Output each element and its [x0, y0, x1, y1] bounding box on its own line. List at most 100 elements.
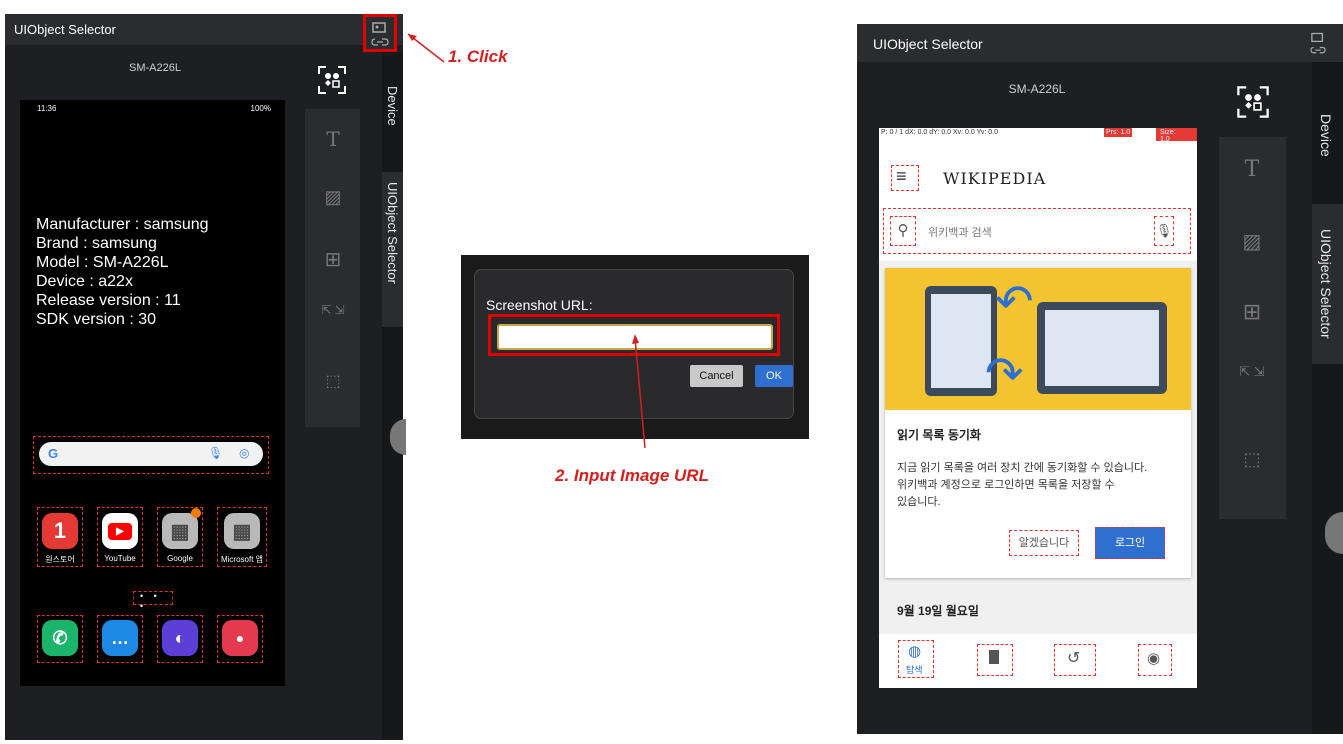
compass-icon: ◉	[1147, 650, 1161, 667]
app-onestore[interactable]: 1 원스토어	[37, 507, 83, 567]
menu-button[interactable]: ≡	[891, 165, 919, 191]
internet-icon: ◐	[162, 620, 198, 656]
left-focus-tool[interactable]	[316, 64, 348, 96]
hamburger-icon: ≡	[896, 166, 907, 186]
right-titlebar: UIObject Selector	[857, 24, 1343, 62]
region-select-icon[interactable]: ⬚	[319, 371, 347, 399]
google-folder-icon: ▦	[162, 513, 198, 549]
youtube-label: YouTube	[104, 554, 136, 563]
dismiss-button[interactable]: 알겠습니다	[1009, 530, 1079, 556]
right-selector-panel: UIObject Selector SM-A226L P: 0 / 1 dX: …	[857, 24, 1343, 734]
nav-explore[interactable]: ◍ 탐색	[898, 640, 934, 678]
right-tab-device[interactable]: Device	[1318, 114, 1334, 157]
card-body-line-2: 위키백과 계정으로 로그인하면 목록을 저장할 수	[897, 479, 1115, 491]
page-dots: • • •	[140, 591, 161, 611]
app-youtube[interactable]: ▶ YouTube	[97, 507, 143, 567]
info-sdk: SDK version : 30	[36, 311, 157, 328]
expand-icon[interactable]: ⇱ ⇲	[319, 304, 347, 332]
phone-icon: ✆	[42, 620, 78, 656]
card-body-line-3: 있습니다.	[897, 496, 941, 508]
phone-screen: 11:36 100% Manufacturer : samsung Brand …	[20, 100, 285, 686]
app-messages[interactable]: …	[97, 615, 143, 663]
nav-history[interactable]: ↺	[1054, 644, 1096, 676]
sync-arrow-top-icon: ↶	[995, 275, 1034, 327]
left-titlebar: UIObject Selector	[5, 14, 403, 45]
cancel-button[interactable]: Cancel	[690, 365, 743, 387]
voice-search-icon[interactable]: 🎙	[1154, 216, 1174, 246]
camera-icon: ●	[222, 620, 258, 656]
right-window-title: UIObject Selector	[873, 36, 983, 52]
right-side-tab-strip	[1312, 62, 1343, 734]
focus-target-icon	[1237, 86, 1269, 118]
tablet-illustration	[1037, 302, 1167, 394]
left-tab-device[interactable]: Device	[385, 86, 400, 126]
app-internet[interactable]: ◐	[157, 615, 203, 663]
image-link-icon[interactable]	[1305, 30, 1331, 58]
messages-icon: …	[102, 620, 138, 656]
nav-explore-label: 탐색	[906, 665, 923, 675]
microsoft-folder-icon: ▦	[224, 513, 260, 549]
nav-saved[interactable]	[977, 644, 1013, 676]
step1-label: 1. Click	[448, 47, 508, 66]
image-select-icon[interactable]: ▨	[1237, 229, 1267, 259]
pointer-pressure: Prs: 1.0	[1104, 128, 1133, 137]
right-tab-uiobject[interactable]: UIObject Selector	[1318, 229, 1334, 339]
status-time: 11:36	[37, 104, 57, 113]
google-search-widget[interactable]: G 🎙 ◎	[33, 436, 269, 474]
login-button[interactable]: 로그인	[1095, 527, 1165, 559]
left-tab-uiobject[interactable]: UIObject Selector	[385, 182, 400, 284]
grid-select-icon[interactable]: ⊞	[319, 247, 347, 275]
info-device: Device : a22x	[36, 273, 133, 290]
sync-arrow-bottom-icon: ↷	[985, 347, 1024, 399]
app-camera[interactable]: ●	[217, 615, 263, 663]
grid-select-icon[interactable]: ⊞	[1237, 299, 1267, 329]
expand-icon[interactable]: ⇱ ⇲	[1237, 365, 1267, 395]
info-brand: Brand : samsung	[36, 235, 157, 252]
device-info-block: Manufacturer : samsung Brand : samsung M…	[36, 215, 209, 329]
lens-icon[interactable]: ◎	[239, 446, 249, 460]
region-select-icon[interactable]: ⬚	[1237, 449, 1267, 479]
focus-target-icon	[318, 66, 346, 94]
nav-nearby[interactable]: ◉	[1138, 644, 1172, 676]
wiki-appbar: ≡ WIKIPEDIA ⚲ 위키백과 검색 🎙	[879, 141, 1197, 261]
google-search-bar[interactable]: G 🎙 ◎	[39, 442, 263, 466]
microsoft-folder-label: Microsoft 앱	[220, 555, 264, 564]
info-release: Release version : 11	[36, 292, 181, 309]
screenshot-url-button[interactable]	[363, 14, 397, 52]
text-select-icon[interactable]: T	[319, 127, 347, 155]
tablet-illustration-screen	[1045, 310, 1159, 386]
google-folder-label: Google	[167, 554, 193, 563]
search-icon[interactable]: ⚲	[890, 216, 916, 246]
notification-badge	[191, 508, 201, 518]
wiki-search-placeholder: 위키백과 검색	[928, 227, 992, 239]
wiki-bottom-nav: ◍ 탐색 ↺ ◉	[879, 634, 1197, 688]
app-phone[interactable]: ✆	[37, 615, 83, 663]
ok-button[interactable]: OK	[755, 365, 793, 387]
page-indicator[interactable]: • • •	[133, 591, 173, 611]
bookmark-icon	[989, 650, 999, 664]
left-tool-column: T ▨ ⊞ ⇱ ⇲ ⬚	[305, 109, 360, 427]
phone-illustration-screen	[931, 294, 991, 388]
right-phone-screen: P: 0 / 1 dX: 0.0 dY: 0.0 Xv: 0.0 Yv: 0.0…	[879, 128, 1197, 688]
right-focus-tool[interactable]	[1235, 84, 1271, 120]
step1-arrow	[407, 33, 445, 63]
info-manufacturer: Manufacturer : samsung	[36, 216, 209, 233]
app-google-folder[interactable]: ▦ Google	[157, 507, 203, 567]
status-battery: 100%	[250, 104, 271, 113]
app-microsoft-folder[interactable]: ▦ Microsoft 앱	[217, 507, 267, 567]
device-label: SM-A226L	[129, 62, 181, 74]
left-window-title: UIObject Selector	[14, 22, 116, 37]
text-select-icon[interactable]: T	[1237, 157, 1267, 187]
image-select-icon[interactable]: ▨	[319, 187, 347, 215]
pointer-overlay-bar: P: 0 / 1 dX: 0.0 dY: 0.0 Xv: 0.0 Yv: 0.0…	[879, 128, 1197, 144]
reading-list-card: ↶ ↷ 읽기 목록 동기화 지금 읽기 목록을 여러 장치 간에 동기화할 수 …	[885, 268, 1191, 578]
wiki-search-bar[interactable]: ⚲ 위키백과 검색 🎙	[883, 208, 1191, 254]
card-title: 읽기 목록 동기화	[897, 428, 981, 442]
google-g-icon: G	[48, 446, 59, 461]
right-tool-column: T ▨ ⊞ ⇱ ⇲ ⬚	[1219, 137, 1286, 519]
mic-icon[interactable]: 🎙	[208, 446, 223, 460]
wikipedia-logo: WIKIPEDIA	[943, 169, 1047, 188]
pointer-overlay-text: P: 0 / 1 dX: 0.0 dY: 0.0 Xv: 0.0 Yv: 0.0	[881, 129, 999, 136]
left-side-tab-strip	[382, 52, 403, 740]
info-model: Model : SM-A226L	[36, 254, 169, 271]
